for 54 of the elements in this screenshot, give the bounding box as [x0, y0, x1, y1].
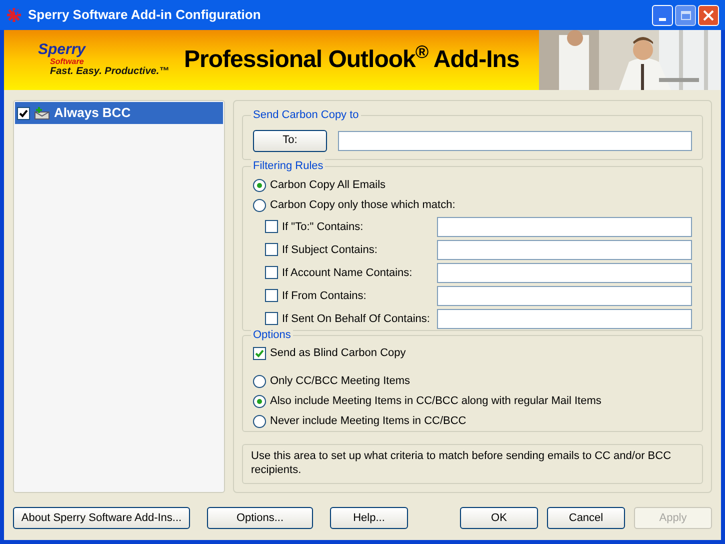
condition-label: If Sent On Behalf Of Contains:	[282, 312, 431, 327]
checkbox[interactable]	[265, 220, 278, 234]
dialog-button[interactable]: OK	[460, 507, 538, 529]
checkbox[interactable]	[265, 266, 278, 280]
logo-name: Sperry	[37, 42, 87, 56]
condition-field[interactable]	[437, 216, 692, 237]
logo-subtitle: Software	[50, 56, 84, 66]
condition-field[interactable]	[437, 308, 692, 329]
mail-icon	[34, 106, 50, 120]
checkbox[interactable]	[253, 346, 266, 360]
tagline: Fast. Easy. Productive.™	[49, 66, 170, 78]
dialog-button[interactable]: Help...	[330, 507, 408, 529]
checkbox[interactable]	[265, 289, 278, 302]
recipient-field[interactable]	[338, 130, 692, 151]
radio-label: Also include Meeting Items in CC/BCC along with regular Mail Items	[270, 394, 602, 410]
radio-label: Never include Meeting Items in CC/BCC	[270, 414, 466, 430]
condition-label: If Subject Contains:	[282, 242, 378, 258]
condition-label: If Account Name Contains:	[282, 266, 414, 281]
condition-field[interactable]	[437, 286, 692, 306]
radio-button[interactable]	[253, 394, 266, 408]
radio-button[interactable]	[253, 414, 266, 428]
radio-button[interactable]	[253, 374, 266, 388]
add-in-item[interactable]: Always BCC	[15, 102, 223, 124]
asterisk-icon	[6, 7, 22, 23]
dialog-button[interactable]: About Sperry Software Add-Ins...	[13, 507, 190, 529]
minimize-button[interactable]	[652, 4, 673, 26]
radio-button[interactable]	[253, 198, 266, 212]
to-button[interactable]: To:	[253, 130, 327, 152]
maximize-icon	[680, 10, 690, 20]
close-icon	[703, 10, 714, 20]
close-button[interactable]	[698, 4, 719, 26]
group-title: Filtering Rules	[251, 159, 326, 174]
dialog-button[interactable]: Options...	[207, 507, 313, 529]
radio-label: Only CC/BCC Meeting Items	[270, 374, 410, 390]
maximize-button[interactable]	[675, 4, 696, 26]
add-in-label: Always BCC	[54, 104, 131, 122]
minimize-icon	[659, 18, 666, 20]
radio-label: Carbon Copy All Emails	[270, 178, 386, 194]
description-text: Use this area to set up what criteria to match before sending emails to CC and/or BCC recipients.	[251, 450, 672, 476]
condition-field[interactable]	[437, 240, 692, 260]
checkbox[interactable]	[17, 106, 30, 120]
window-title: Sperry Software Add-in Configuration	[28, 6, 262, 24]
banner-headline: Professional Outlook$^{®}$ Add-Ins	[184, 42, 520, 75]
dialog-button[interactable]: Cancel	[547, 507, 625, 529]
radio-label: Carbon Copy only those which match:	[270, 198, 456, 214]
condition-label: If From Contains:	[282, 288, 368, 304]
radio-button[interactable]	[253, 178, 266, 192]
checkbox[interactable]	[265, 243, 278, 256]
group-title: Send Carbon Copy to	[251, 108, 361, 122]
condition-label: If "To:" Contains:	[282, 220, 364, 235]
checkbox[interactable]	[265, 312, 278, 326]
checkbox-label: Send as Blind Carbon Copy	[270, 346, 406, 362]
condition-field[interactable]	[437, 262, 692, 283]
group-title: Options	[251, 328, 293, 342]
